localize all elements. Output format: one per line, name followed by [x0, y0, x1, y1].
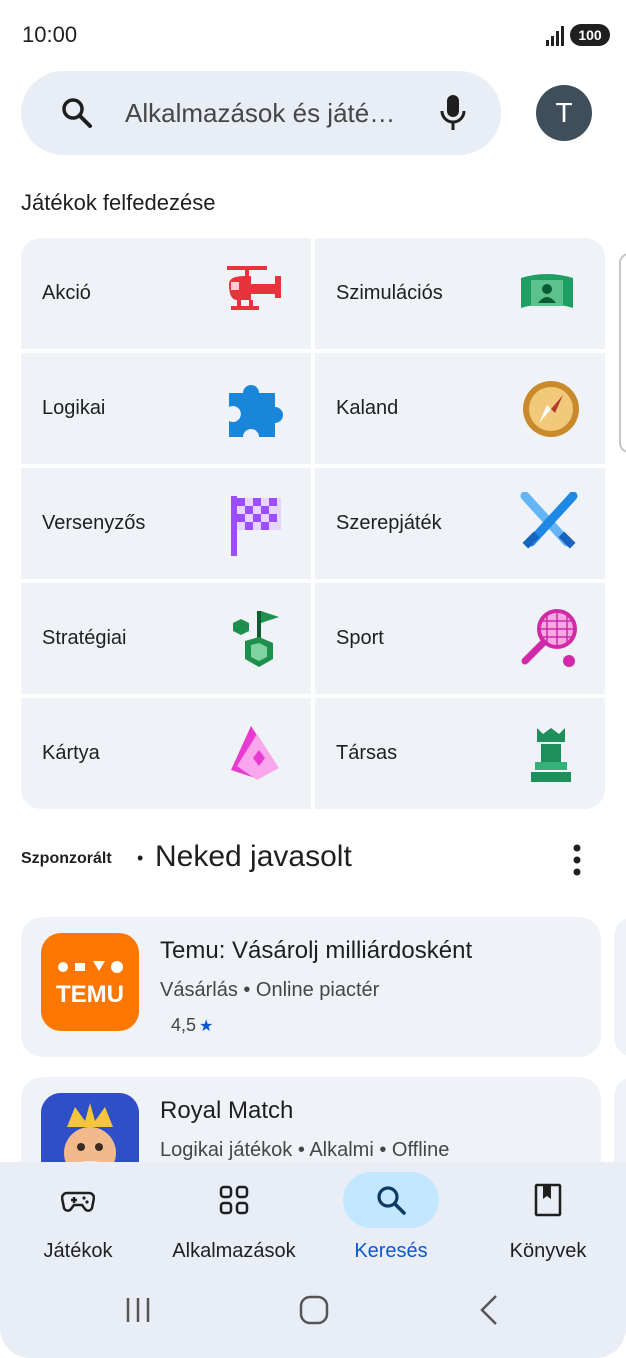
category-label: Kártya [42, 742, 100, 764]
category-tile-roleplay[interactable]: Szerepjáték [315, 468, 605, 579]
crossed-swords-icon [520, 492, 578, 549]
side-scroll-hint [619, 253, 626, 453]
sponsored-header: Szponzorált • Neked javasolt [21, 838, 605, 882]
nav-item-games[interactable]: Játékok [0, 1162, 156, 1272]
next-card-peek [614, 917, 626, 1057]
category-label: Stratégiai [42, 627, 127, 649]
separator-dot: • [137, 848, 144, 868]
app-rating: 4,5 ★ [171, 1015, 213, 1036]
app-name: Temu: Vásárolj milliárdosként [160, 937, 473, 964]
recent-apps-icon[interactable] [118, 1290, 158, 1330]
category-label: Sport [336, 627, 384, 649]
status-time: 10:00 [22, 22, 78, 47]
category-tile-sport[interactable]: Sport [315, 583, 605, 694]
category-tile-board[interactable]: Társas [315, 698, 605, 809]
home-icon[interactable] [294, 1290, 334, 1330]
more-options-icon[interactable] [565, 842, 589, 878]
category-tile-simulation[interactable]: Szimulációs [315, 238, 605, 349]
category-tile-strategy[interactable]: Stratégiai [21, 583, 311, 694]
account-avatar[interactable]: T [536, 85, 592, 141]
compass-icon [523, 381, 579, 437]
category-label: Társas [336, 742, 398, 764]
nav-label: Keresés [354, 1240, 428, 1262]
section-title: Játékok felfedezése [21, 190, 216, 215]
microphone-icon[interactable] [437, 93, 469, 133]
nav-label: Alkalmazások [172, 1240, 296, 1262]
search-bar[interactable]: Alkalmazások és játé… [21, 71, 501, 155]
chess-piece-icon [531, 728, 571, 782]
nav-item-search[interactable]: Keresés [313, 1162, 469, 1272]
cards-icon [231, 726, 279, 780]
app-name: Royal Match [160, 1097, 294, 1124]
strategy-icon [233, 611, 279, 667]
search-input[interactable]: Alkalmazások és játé… [125, 98, 395, 129]
nav-item-apps[interactable]: Alkalmazások [156, 1162, 312, 1272]
category-label: Logikai [42, 397, 106, 419]
app-meta: Logikai játékok • Alkalmi • Offline [160, 1139, 450, 1161]
recommended-title: Neked javasolt [155, 840, 352, 873]
app-card-temu[interactable]: TEMU Temu: Vásárolj milliárdosként Vásár… [21, 917, 601, 1057]
category-label: Versenyzős [42, 512, 146, 534]
sponsored-label: Szponzorált [21, 850, 112, 867]
category-label: Szerepjáték [336, 512, 442, 534]
status-bar: 10:00 100 [0, 0, 626, 70]
gamepad-icon [61, 1191, 95, 1212]
temu-logo-text: TEMU [56, 981, 124, 1008]
rating-value: 4,5 [171, 1015, 197, 1035]
category-label: Szimulációs [336, 282, 443, 304]
tennis-racket-icon [521, 609, 577, 667]
category-tile-card[interactable]: Kártya [21, 698, 311, 809]
category-tile-adventure[interactable]: Kaland [315, 353, 605, 464]
apps-grid-icon [219, 1185, 249, 1215]
nav-item-books[interactable]: Könyvek [470, 1162, 626, 1272]
temu-app-icon: TEMU [41, 933, 139, 1031]
star-icon: ★ [199, 1018, 214, 1035]
search-icon [62, 98, 92, 128]
category-tile-puzzle[interactable]: Logikai [21, 353, 311, 464]
helicopter-icon [227, 266, 281, 310]
category-label: Kaland [336, 397, 399, 419]
search-icon [377, 1186, 406, 1215]
system-navigation-bar [0, 1290, 626, 1350]
battery-indicator: 100 [570, 24, 610, 46]
simulation-icon [521, 274, 573, 308]
category-tile-action[interactable]: Akció [21, 238, 311, 349]
puzzle-icon [229, 385, 283, 437]
signal-icon [546, 26, 564, 46]
category-tile-racing[interactable]: Versenyzős [21, 468, 311, 579]
category-label: Akció [42, 282, 91, 304]
checkered-flag-icon [231, 496, 281, 556]
nav-label: Könyvek [509, 1240, 587, 1262]
app-meta: Vásárlás • Online piactér [160, 979, 380, 1001]
nav-label: Játékok [43, 1240, 113, 1262]
book-icon [534, 1183, 562, 1217]
back-icon[interactable] [470, 1290, 510, 1330]
